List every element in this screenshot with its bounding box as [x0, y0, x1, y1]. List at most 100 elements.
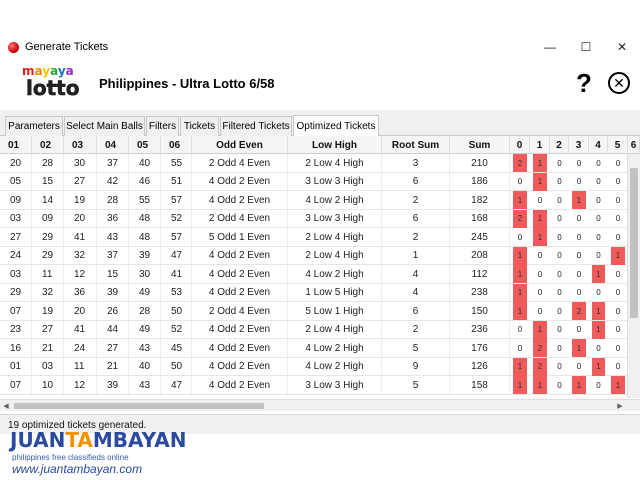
digit-count-cell: 0: [576, 158, 582, 168]
column-header-01[interactable]: 01: [0, 136, 32, 154]
scroll-left-icon[interactable]: ◀: [0, 400, 12, 412]
column-header-02[interactable]: 02: [32, 136, 64, 154]
table-cell: 16: [0, 339, 32, 357]
table-cell: 2 Odd 4 Even: [192, 302, 288, 320]
digit-count-cell: 0: [615, 288, 621, 297]
table-cell: 24: [64, 339, 97, 357]
table-cell: 39: [97, 376, 129, 394]
table-row[interactable]: 27 29 41 43 48 57 5 Odd 1 Even 2 Low 4 High 2 245…: [0, 228, 640, 247]
watermark-url: www.juantambayan.com: [12, 462, 143, 476]
scroll-right-icon[interactable]: ▶: [614, 400, 626, 412]
column-header-sum[interactable]: Sum: [450, 136, 510, 154]
table-row[interactable]: 03 09 20 36 48 52 2 Odd 4 Even 3 Low 3 High 6 168…: [0, 209, 640, 228]
table-row[interactable]: 01 03 11 21 40 50 4 Odd 2 Even 4 Low 2 High 9 126…: [0, 357, 640, 376]
table-row[interactable]: 03 11 12 15 30 41 4 Odd 2 Even 4 Low 2 High 4 112…: [0, 265, 640, 284]
column-header-0[interactable]: 0: [510, 136, 530, 154]
digit-count-cell: 0: [557, 269, 562, 279]
table-row[interactable]: 16 21 24 27 43 45 4 Odd 2 Even 4 Low 2 High 5 176…: [0, 339, 640, 358]
digit-count-cell: 0: [576, 232, 582, 242]
table-cell: 19: [32, 302, 64, 320]
tab-select-main-balls[interactable]: Select Main Balls: [64, 116, 145, 136]
tab-optimized-tickets[interactable]: Optimized Tickets: [293, 115, 379, 137]
table-cell: 48: [129, 209, 161, 228]
digit-count-cell: 0: [557, 288, 562, 297]
maximize-button[interactable]: ☐: [568, 36, 604, 58]
table-cell: 150: [450, 302, 510, 320]
table-cell: 28: [97, 191, 129, 209]
table-cell: 27: [64, 172, 97, 191]
table-cell: 210: [450, 154, 510, 172]
table-row[interactable]: 24 29 32 37 39 47 4 Odd 2 Even 2 Low 4 High 1 208…: [0, 246, 640, 265]
digit-count-cell: 0: [576, 288, 582, 297]
table-cell: 4 Odd 2 Even: [192, 376, 288, 394]
column-header-low-high[interactable]: Low High: [288, 136, 382, 154]
table-row[interactable]: 09 14 19 28 55 57 4 Odd 2 Even 4 Low 2 High 2 182…: [0, 191, 640, 210]
digit-count-cell: 1: [572, 376, 586, 394]
column-header-06[interactable]: 06: [161, 136, 192, 154]
digit-count-cell: 0: [557, 325, 562, 334]
column-header-odd-even[interactable]: Odd Even: [192, 136, 288, 154]
table-cell: 21: [32, 339, 64, 357]
digit-count-cell: 0: [596, 343, 601, 353]
column-header-2[interactable]: 2: [550, 136, 569, 154]
table-row[interactable]: 20 28 30 37 40 55 2 Odd 4 Even 2 Low 4 High 3 210…: [0, 154, 640, 173]
digit-count-cell: 0: [596, 288, 601, 297]
table-cell: 27: [32, 320, 64, 339]
vertical-scroll-thumb[interactable]: [630, 168, 638, 318]
table-row[interactable]: 05 15 27 42 46 51 4 Odd 2 Even 3 Low 3 High 6 186…: [0, 172, 640, 191]
table-cell: 46: [129, 172, 161, 191]
digit-count-cell: 1: [592, 320, 605, 339]
column-header-5[interactable]: 5: [608, 136, 628, 154]
page-title: Philippines - Ultra Lotto 6/58: [99, 76, 275, 91]
digit-count-cell: 0: [537, 195, 543, 205]
tab-parameters[interactable]: Parameters: [5, 116, 63, 136]
table-cell: 1: [382, 246, 450, 265]
table-cell: 32: [64, 246, 97, 265]
digit-count-cell: 2: [533, 339, 547, 357]
table-cell: 4 Low 2 High: [288, 339, 382, 357]
column-header-05[interactable]: 05: [129, 136, 161, 154]
table-cell: 4 Low 2 High: [288, 191, 382, 209]
tab-tickets[interactable]: Tickets: [180, 116, 219, 136]
table-row[interactable]: 29 32 36 39 49 53 4 Odd 2 Even 1 Low 5 High 4 238…: [0, 283, 640, 302]
table-cell: 41: [64, 320, 97, 339]
digit-count-cell: 1: [533, 209, 547, 228]
digit-count-cell: 0: [615, 269, 621, 279]
horizontal-scroll-thumb[interactable]: [14, 403, 264, 409]
table-cell: 03: [32, 357, 64, 376]
close-window-button[interactable]: ✕: [604, 36, 640, 58]
table-row[interactable]: 07 10 12 39 43 47 4 Odd 2 Even 3 Low 3 High 5 158…: [0, 376, 640, 395]
table-row[interactable]: 23 27 41 44 49 52 4 Odd 2 Even 2 Low 4 High 2 236…: [0, 320, 640, 339]
minimize-button[interactable]: —: [532, 36, 568, 58]
digit-count-cell: 0: [517, 325, 523, 334]
table-cell: 39: [129, 246, 161, 265]
table-cell: 4 Odd 2 Even: [192, 320, 288, 339]
help-icon[interactable]: ?: [576, 68, 592, 99]
table-cell: 09: [0, 191, 32, 209]
vertical-scrollbar[interactable]: [627, 154, 640, 398]
digit-count-cell: 0: [557, 214, 562, 223]
table-cell: 24: [0, 246, 32, 265]
digit-count-cell: 0: [557, 232, 562, 242]
column-header-6[interactable]: 6: [628, 136, 640, 154]
column-header-1[interactable]: 1: [530, 136, 550, 154]
column-header-03[interactable]: 03: [64, 136, 97, 154]
digit-count-cell: 0: [537, 269, 543, 279]
digit-count-cell: 0: [537, 251, 543, 260]
table-cell: 238: [450, 283, 510, 302]
table-cell: 3 Low 3 High: [288, 209, 382, 228]
table-cell: 30: [129, 265, 161, 283]
column-header-04[interactable]: 04: [97, 136, 129, 154]
column-header-3[interactable]: 3: [569, 136, 589, 154]
column-header-root-sum[interactable]: Root Sum: [382, 136, 450, 154]
table-cell: 4: [382, 265, 450, 283]
tab-filtered-tickets[interactable]: Filtered Tickets: [220, 116, 292, 136]
close-circle-icon[interactable]: ✕: [608, 72, 630, 94]
column-header-4[interactable]: 4: [589, 136, 608, 154]
tab-filters[interactable]: Filters: [146, 116, 179, 136]
table-cell: 49: [129, 320, 161, 339]
table-row[interactable]: 07 19 20 26 28 50 2 Odd 4 Even 5 Low 1 High 6 150…: [0, 302, 640, 321]
table-cell: 37: [97, 246, 129, 265]
table-cell: 5: [382, 376, 450, 394]
horizontal-scrollbar[interactable]: ◀ ▶: [0, 399, 640, 411]
